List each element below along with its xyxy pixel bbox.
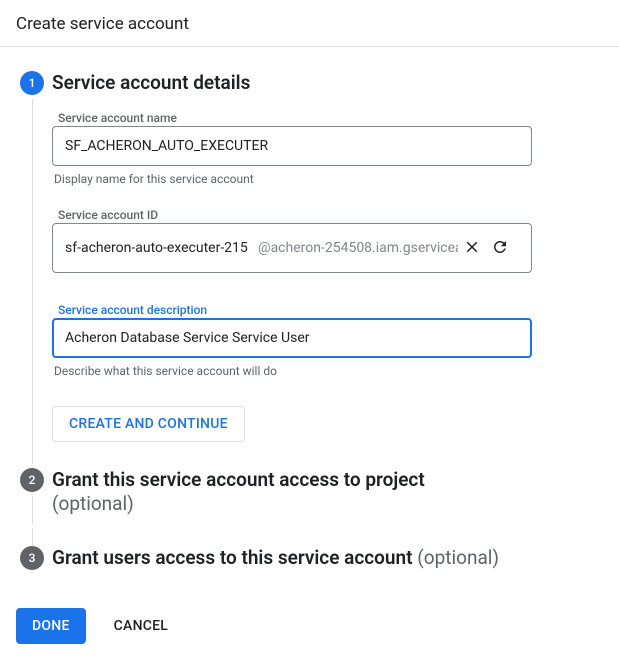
cancel-button[interactable]: CANCEL — [98, 608, 184, 644]
step-3: 3 Grant users access to this service acc… — [16, 546, 603, 582]
step-3-rail: 3 — [16, 546, 48, 582]
input-account-description[interactable] — [63, 329, 521, 347]
step-1-rail: 1 — [16, 71, 48, 468]
input-wrap-account-name[interactable] — [52, 126, 532, 166]
step-connector-2-3 — [32, 528, 33, 546]
step-2-circle: 2 — [20, 468, 44, 492]
footer-actions: DONE CANCEL — [0, 598, 619, 664]
account-id-suffix: @acheron-254508.iam.gserviceacco — [258, 240, 458, 256]
regenerate-id-button[interactable] — [486, 234, 514, 262]
field-account-id: Service account ID @acheron-254508.iam.g… — [52, 204, 532, 273]
step-2-title[interactable]: Grant this service account access to pro… — [52, 468, 603, 516]
helper-account-description: Describe what this service account will … — [52, 364, 532, 378]
label-account-name: Service account name — [54, 111, 181, 125]
page-title: Create service account — [16, 14, 603, 34]
step-1-connector — [32, 99, 33, 464]
field-account-name: Service account name Display name for th… — [52, 107, 532, 186]
page-header: Create service account — [0, 0, 619, 47]
step-3-title[interactable]: Grant users access to this service accou… — [52, 546, 603, 570]
step-2-3-spacer — [16, 528, 603, 546]
close-icon — [463, 238, 481, 259]
clear-id-button[interactable] — [458, 234, 486, 262]
step-3-body: Grant users access to this service accou… — [48, 546, 603, 582]
label-account-description: Service account description — [54, 303, 211, 317]
step-3-title-text: Grant users access to this service accou… — [52, 546, 417, 569]
step-2-optional: (optional) — [52, 492, 134, 515]
step-1-circle: 1 — [20, 71, 44, 95]
step-1-body: Service account details Service account … — [48, 71, 603, 468]
helper-account-name: Display name for this service account — [52, 172, 532, 186]
create-and-continue-button[interactable]: CREATE AND CONTINUE — [52, 406, 245, 442]
create-continue-row: CREATE AND CONTINUE — [52, 406, 603, 442]
step-1: 1 Service account details Service accoun… — [16, 71, 603, 468]
step-1-title: Service account details — [52, 71, 603, 95]
step-3-optional: (optional) — [417, 546, 499, 569]
step-2-body: Grant this service account access to pro… — [48, 468, 603, 528]
input-account-name[interactable] — [63, 137, 521, 155]
step-3-circle: 3 — [20, 546, 44, 570]
refresh-icon — [491, 238, 509, 259]
input-account-id[interactable] — [63, 239, 258, 257]
done-button[interactable]: DONE — [16, 608, 86, 644]
wizard-content: 1 Service account details Service accoun… — [0, 47, 619, 598]
step-2: 2 Grant this service account access to p… — [16, 468, 603, 528]
label-account-id: Service account ID — [54, 208, 162, 222]
step-2-rail: 2 — [16, 468, 48, 528]
input-wrap-account-description[interactable] — [52, 318, 532, 358]
step-2-title-text: Grant this service account access to pro… — [52, 468, 425, 491]
field-account-description: Service account description Describe wha… — [52, 299, 532, 378]
input-wrap-account-id[interactable]: @acheron-254508.iam.gserviceacco — [52, 223, 532, 273]
step-2-connector — [32, 496, 33, 524]
